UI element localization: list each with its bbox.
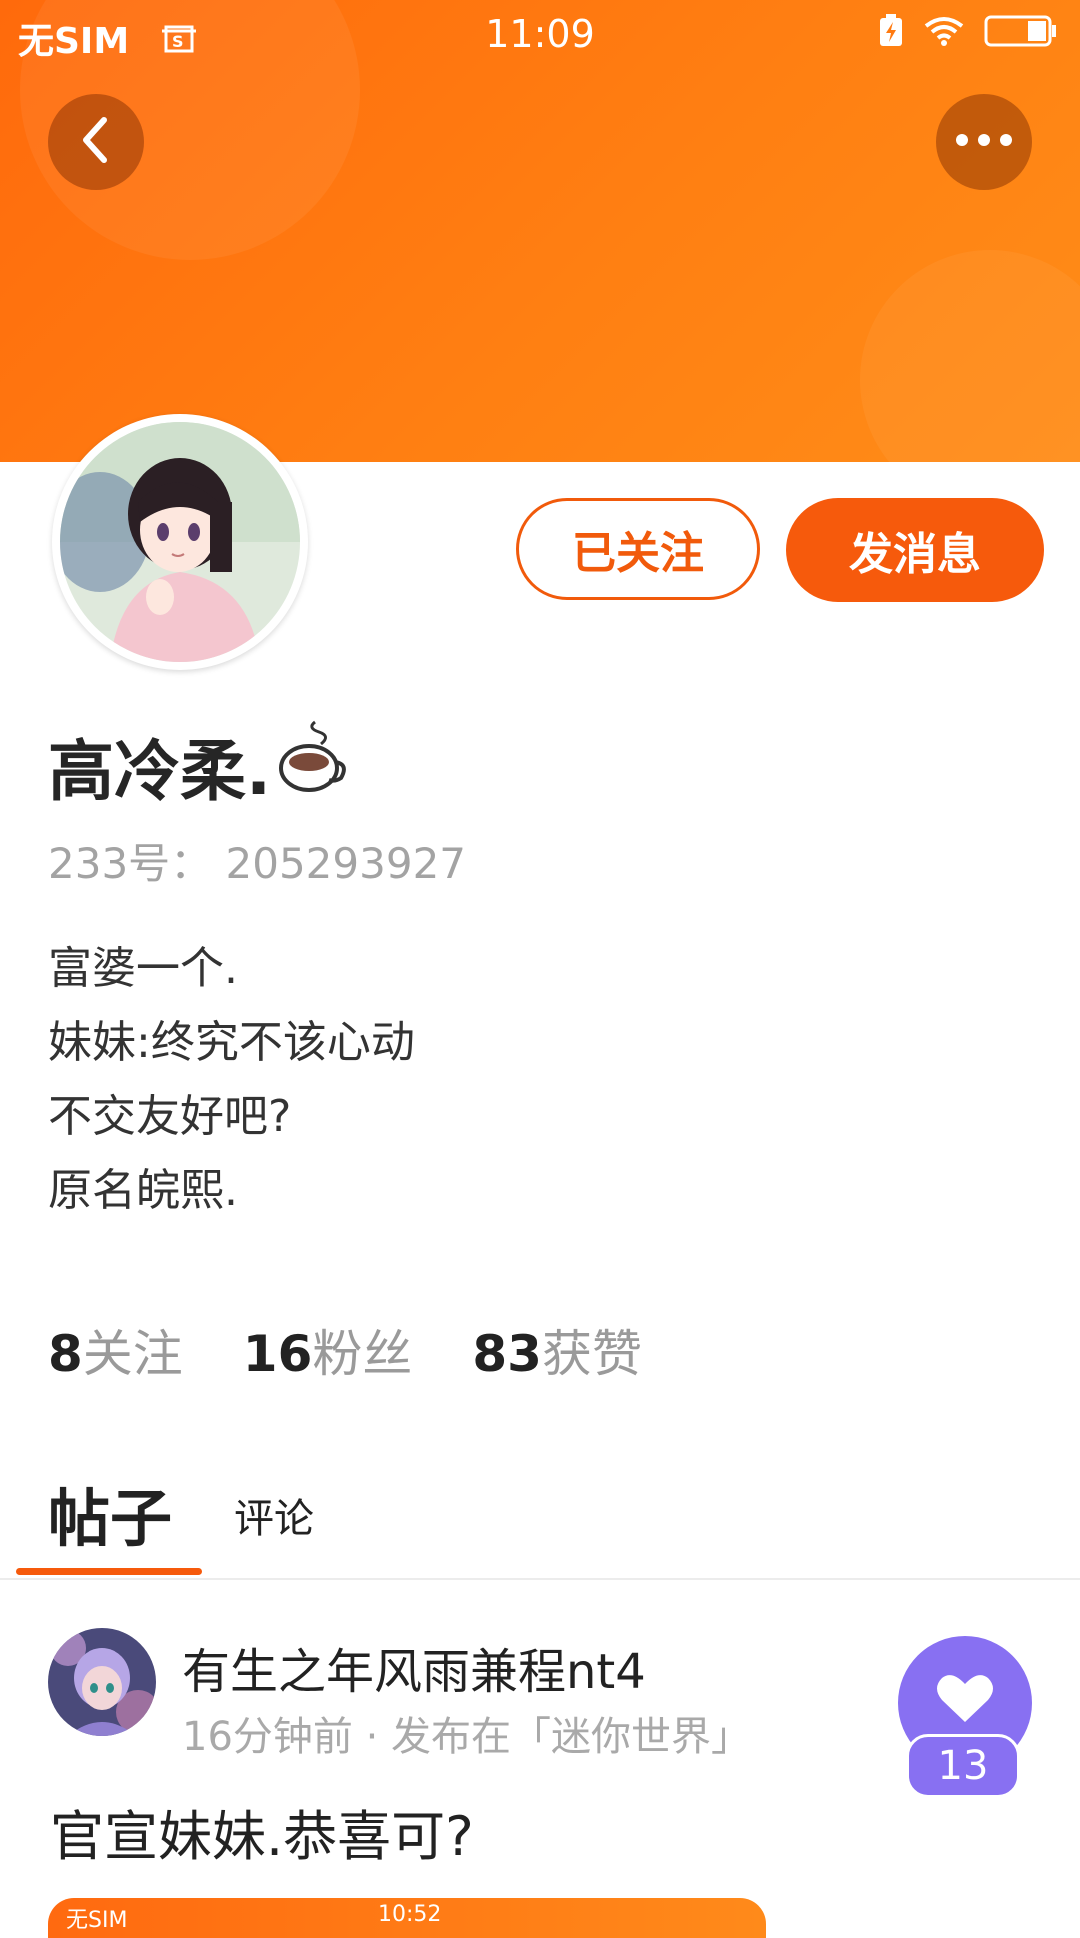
chevron-left-icon: [76, 116, 116, 168]
tab-posts[interactable]: 帖子: [48, 1468, 172, 1558]
tab-comments[interactable]: 评论: [234, 1486, 314, 1544]
post-title[interactable]: 官宣妹妹.恭喜可?: [50, 1792, 474, 1871]
stat-number: 16: [242, 1325, 313, 1383]
stat-number: 83: [472, 1325, 542, 1383]
active-tab-indicator: [16, 1568, 202, 1575]
post-author-name[interactable]: 有生之年风雨兼程nt4: [182, 1632, 646, 1702]
status-icons: [878, 14, 1058, 57]
divider: [0, 1578, 1080, 1580]
back-button[interactable]: [48, 94, 144, 190]
stat-number: 8: [48, 1325, 83, 1383]
stat-label: 获赞: [541, 1325, 642, 1383]
send-message-button[interactable]: 发消息: [786, 498, 1044, 602]
battery-icon: [984, 14, 1058, 57]
following-stat[interactable]: 8关注: [48, 1314, 183, 1386]
banner-decoration: [860, 250, 1080, 462]
user-id: 233号： 205293927: [48, 839, 467, 888]
post-image-carrier: 无SIM: [66, 1908, 128, 1933]
stat-label: 粉丝: [312, 1325, 413, 1383]
profile-stats: 8关注 16粉丝 83获赞: [48, 1314, 702, 1386]
followed-button[interactable]: 已关注: [516, 498, 760, 600]
wifi-icon: [922, 14, 966, 57]
post-image-time: 10:52: [378, 1902, 442, 1927]
followers-stat[interactable]: 16粉丝: [243, 1314, 413, 1386]
post-meta: 16分钟前 · 发布在「迷你世界」: [182, 1714, 752, 1760]
bio-line: 原名皖熙.: [48, 1165, 238, 1216]
bio-line: 富婆一个.: [48, 943, 238, 994]
profile-avatar[interactable]: [52, 414, 308, 670]
likes-stat[interactable]: 83获赞: [472, 1314, 642, 1386]
avatar-image: [60, 422, 300, 662]
bio-line: 妹妹:终究不该心动: [48, 1017, 415, 1068]
more-options-button[interactable]: [936, 94, 1032, 190]
more-dots-icon: [954, 132, 1014, 152]
profile-header-banner: 无SIM S 11:09: [0, 0, 1080, 462]
heart-icon: [936, 1672, 994, 1728]
post-author-avatar[interactable]: [48, 1628, 156, 1736]
like-count: 13: [906, 1734, 1020, 1798]
charging-icon: [878, 14, 904, 57]
profile-bio: 富婆一个. 妹妹:终究不该心动 不交友好吧? 原名皖熙.: [48, 932, 415, 1228]
profile-name-text: 高冷柔.: [48, 733, 272, 810]
profile-name: 高冷柔.: [48, 718, 353, 814]
coffee-cup-icon: [277, 718, 353, 814]
status-bar: 无SIM S 11:09: [0, 0, 1080, 66]
bio-line: 不交友好吧?: [48, 1091, 292, 1142]
stat-label: 关注: [82, 1325, 183, 1383]
post-image[interactable]: 无SIM 10:52: [48, 1898, 766, 1938]
